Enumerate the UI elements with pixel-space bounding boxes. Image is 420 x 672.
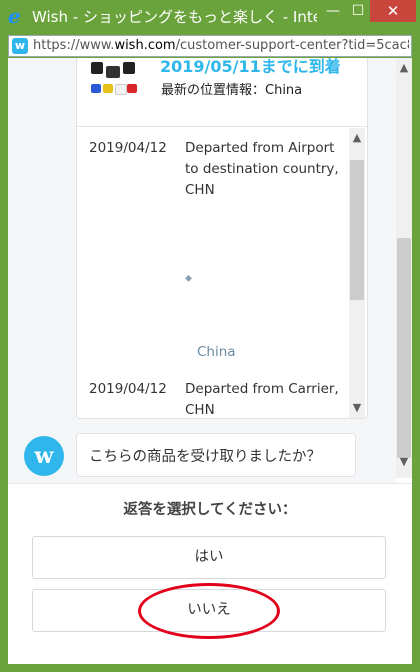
event-date: 2019/04/12 <box>89 381 167 397</box>
delivery-estimate: 2019/05/11までに到着 <box>160 58 341 76</box>
title-bar[interactable]: e Wish - ショッピングをもっと楽しく - Internet... — ☐… <box>0 0 420 34</box>
chat-message: こちらの商品を受け取りましたか？ <box>76 433 356 477</box>
timeline-scrollbar[interactable]: ▲ ▼ <box>349 128 365 418</box>
url-host: wish.com <box>114 38 176 53</box>
page-scrollbar[interactable]: ▲ ▼ <box>396 58 412 478</box>
scroll-down-icon[interactable]: ▼ <box>396 454 412 470</box>
event-date: 2019/04/12 <box>89 140 167 156</box>
product-thumbnail[interactable] <box>89 58 137 102</box>
order-tracking-card: 2019/05/11までに到着 最新の位置情報：China 2019/04/12… <box>76 58 368 419</box>
chat-area: 2019/05/11までに到着 最新の位置情報：China 2019/04/12… <box>8 58 396 483</box>
reply-prompt: 返答を選択してください： <box>123 502 297 518</box>
scroll-down-icon[interactable]: ▼ <box>349 400 365 416</box>
address-bar[interactable]: w https://www.wish.com/customer-support-… <box>8 35 412 57</box>
highlight-circle <box>138 583 280 639</box>
browser-window: e Wish - ショッピングをもっと楽しく - Internet... — ☐… <box>0 0 420 672</box>
scroll-up-icon[interactable]: ▲ <box>349 130 365 146</box>
chat-question: こちらの商品を受け取りましたか？ <box>89 449 321 465</box>
close-button[interactable]: ✕ <box>370 0 416 22</box>
ie-logo-icon: e <box>8 4 21 28</box>
page-viewport: 2019/05/11までに到着 最新の位置情報：China 2019/04/12… <box>8 58 412 664</box>
latest-location: 最新の位置情報：China <box>161 83 303 98</box>
url-scheme: https://www. <box>33 38 115 53</box>
scrollbar-thumb[interactable] <box>350 160 364 300</box>
url-path: /customer-support-center?tid=5cac89 <box>175 38 409 53</box>
divider <box>77 126 367 127</box>
tracking-timeline[interactable]: 2019/04/12 Departed from Airport to dest… <box>77 128 365 418</box>
event-description: Departed from Airport to destination cou… <box>185 140 339 198</box>
reply-panel: 返答を選択してください： はい いいえ <box>8 483 412 664</box>
wish-avatar: w <box>24 436 64 476</box>
maximize-button[interactable]: ☐ <box>346 0 370 22</box>
url-text[interactable]: https://www.wish.com/customer-support-ce… <box>33 36 409 56</box>
scroll-up-icon[interactable]: ▲ <box>396 60 412 76</box>
window-title: Wish - ショッピングをもっと楽しく - Internet... <box>32 8 317 26</box>
scrollbar-thumb[interactable] <box>397 238 411 458</box>
location-pin-icon: ⬥ <box>185 273 192 284</box>
yes-button[interactable]: はい <box>32 536 386 579</box>
wish-favicon-icon: w <box>12 38 28 54</box>
event-location: China <box>197 344 236 360</box>
event-description: Departed from Carrier, CHN <box>185 381 339 418</box>
minimize-button[interactable]: — <box>320 0 346 22</box>
